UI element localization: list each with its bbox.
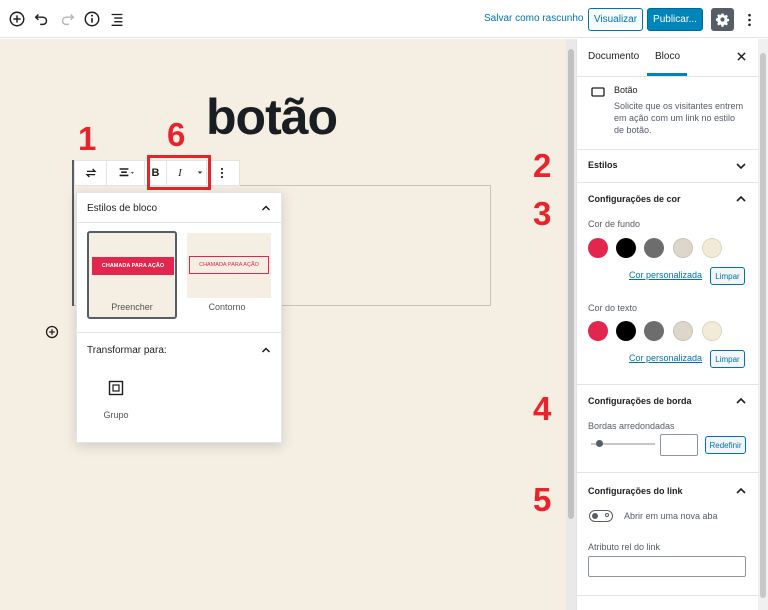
sidebar-scrollbar[interactable]	[758, 39, 768, 610]
text-swatch-red[interactable]	[588, 321, 608, 341]
bg-swatch-red[interactable]	[588, 238, 608, 258]
text-custom-color-link[interactable]: Cor personalizada	[629, 353, 702, 363]
group-label: Grupo	[103, 410, 129, 420]
transform-block-icon[interactable]	[75, 161, 107, 185]
block-more-options-icon[interactable]	[207, 161, 237, 185]
bg-swatch-black[interactable]	[616, 238, 636, 258]
text-color-label: Cor do texto	[588, 303, 638, 313]
divider	[577, 149, 759, 150]
block-styles-popover: Estilos de bloco CHAMADA PARA AÇÃO Preen…	[76, 192, 282, 443]
undo-icon[interactable]	[31, 8, 53, 30]
more-options-icon[interactable]	[740, 8, 758, 31]
redo-icon[interactable]	[56, 8, 78, 30]
rounded-borders-label: Bordas arredondadas	[588, 421, 675, 431]
cta-preview-fill: CHAMADA PARA AÇÃO	[101, 263, 165, 269]
canvas-scrollbar[interactable]	[566, 39, 576, 610]
align-dropdown-icon[interactable]	[107, 161, 145, 185]
new-tab-toggle[interactable]	[589, 510, 613, 522]
tab-block[interactable]: Bloco	[655, 51, 680, 62]
divider	[77, 222, 281, 223]
close-icon[interactable]	[737, 52, 746, 61]
rel-attr-input[interactable]	[588, 556, 746, 577]
annotation-box-formatting	[147, 155, 211, 190]
text-swatch-beige[interactable]	[673, 321, 693, 341]
preview-button[interactable]: Visualizar	[588, 8, 643, 31]
styles-panel-title[interactable]: Estilos	[588, 160, 618, 170]
group-icon	[108, 380, 124, 396]
bg-clear-button[interactable]: Limpar	[710, 267, 745, 285]
top-toolbar: Salvar como rascunho Visualizar Publicar…	[0, 0, 768, 38]
tab-document[interactable]: Documento	[588, 51, 639, 62]
open-new-tab-label: Abrir em uma nova aba	[624, 511, 718, 521]
annotation-3: 3	[533, 195, 552, 232]
chevron-down-icon[interactable]	[735, 160, 747, 172]
settings-sidebar: Documento Bloco Botão Solicite que os vi…	[576, 39, 759, 610]
list-view-icon[interactable]	[106, 8, 128, 30]
bg-swatch-cream[interactable]	[702, 238, 722, 258]
color-settings-title[interactable]: Configurações de cor	[588, 194, 681, 204]
reset-button[interactable]: Redefinir	[705, 436, 746, 454]
text-swatch-cream[interactable]	[702, 321, 722, 341]
block-name: Botão	[614, 85, 638, 95]
chevron-up-icon[interactable]	[735, 193, 747, 205]
text-clear-button[interactable]: Limpar	[710, 350, 745, 368]
divider	[577, 595, 759, 596]
bg-swatch-beige[interactable]	[673, 238, 693, 258]
divider	[577, 384, 759, 385]
info-icon[interactable]	[81, 8, 103, 30]
cta-preview-outline: CHAMADA PARA AÇÃO	[199, 262, 259, 268]
text-swatch-gray[interactable]	[644, 321, 664, 341]
border-settings-title[interactable]: Configurações de borda	[588, 396, 692, 406]
annotation-4: 4	[533, 390, 552, 427]
annotation-5: 5	[533, 481, 552, 518]
transform-title: Transformar para:	[87, 345, 167, 356]
divider	[577, 472, 759, 473]
block-description-line-3: de botão.	[614, 125, 652, 135]
transform-group-option[interactable]: Grupo	[97, 376, 135, 422]
link-settings-title[interactable]: Configurações do link	[588, 486, 683, 496]
bg-color-label: Cor de fundo	[588, 219, 641, 229]
block-styles-title: Estilos de bloco	[87, 203, 158, 214]
radius-input[interactable]	[660, 434, 698, 456]
rel-attr-label: Atributo rel do link	[588, 542, 661, 552]
collapse-transform-icon[interactable]	[261, 345, 271, 355]
annotation-1: 1	[78, 120, 97, 157]
settings-gear-icon[interactable]	[711, 8, 734, 31]
divider	[577, 76, 759, 77]
chevron-up-icon[interactable]	[735, 395, 747, 407]
block-description-line-1: Solicite que os visitantes entrem	[614, 101, 744, 111]
text-swatch-black[interactable]	[616, 321, 636, 341]
style-label-fill: Preencher	[111, 302, 153, 312]
radius-slider-handle[interactable]	[596, 440, 603, 447]
chevron-up-icon[interactable]	[735, 485, 747, 497]
bg-custom-color-link[interactable]: Cor personalizada	[629, 270, 702, 280]
add-block-icon[interactable]	[6, 8, 28, 30]
divider	[77, 332, 281, 333]
style-label-outline: Contorno	[208, 302, 246, 312]
save-draft-link[interactable]: Salvar como rascunho	[484, 13, 584, 24]
annotation-6: 6	[167, 116, 186, 153]
button-block-icon	[591, 87, 605, 97]
collapse-styles-icon[interactable]	[261, 203, 271, 213]
publish-button[interactable]: Publicar...	[647, 8, 703, 31]
bg-swatch-gray[interactable]	[644, 238, 664, 258]
post-heading[interactable]: botão	[206, 92, 338, 142]
annotation-2: 2	[533, 147, 552, 184]
divider	[577, 182, 759, 183]
block-description-line-2: em ação com um link no estilo	[614, 113, 736, 123]
style-option-outline[interactable]: CHAMADA PARA AÇÃO	[187, 233, 271, 298]
inline-add-block-icon[interactable]	[45, 325, 59, 339]
